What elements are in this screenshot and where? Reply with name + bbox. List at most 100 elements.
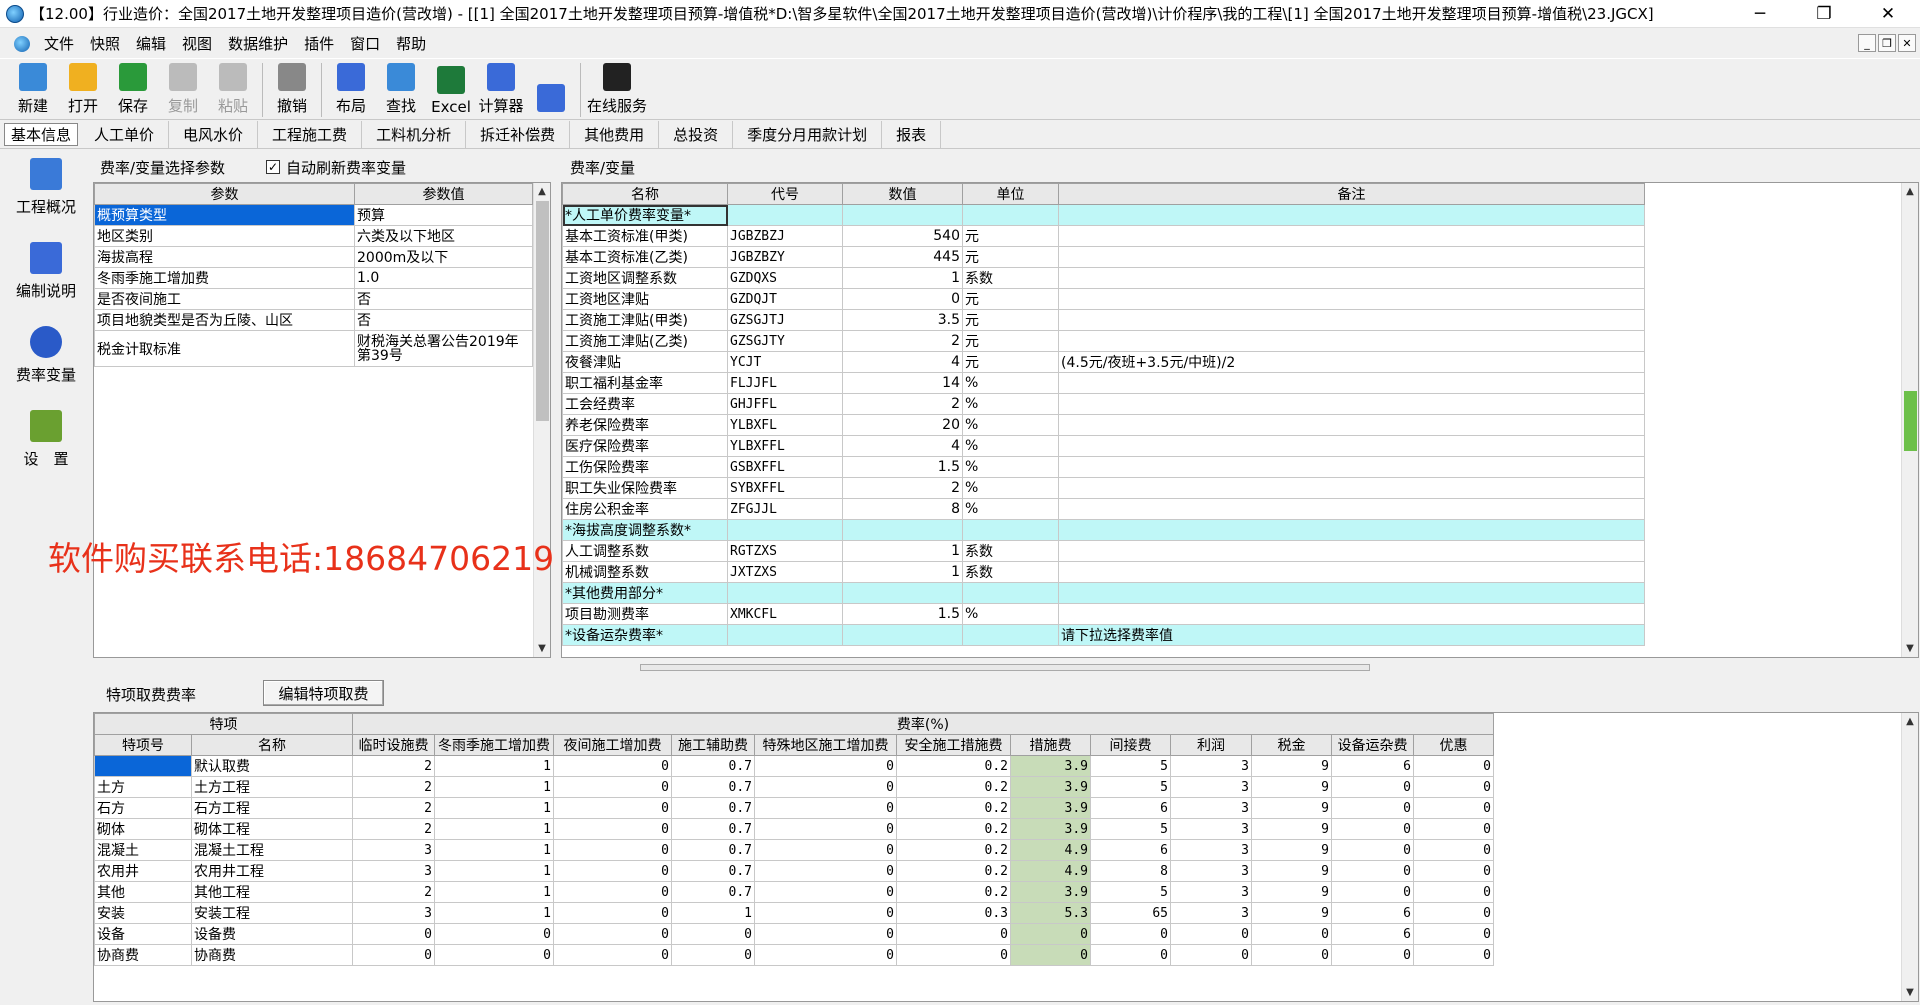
- fee-rate-cell[interactable]: 0: [1413, 839, 1494, 861]
- fee-code-cell[interactable]: 土方: [94, 776, 192, 798]
- fee-rate-cell[interactable]: 3: [1170, 839, 1252, 861]
- rate-name-cell[interactable]: 夜餐津贴: [562, 351, 728, 373]
- rate-name-cell[interactable]: 工资施工津贴(乙类): [562, 330, 728, 352]
- param-value-cell[interactable]: 财税海关总署公告2019年第39号: [354, 330, 533, 367]
- rate-note-cell[interactable]: [1058, 519, 1645, 541]
- rate-value-cell[interactable]: 2: [842, 393, 963, 415]
- rate-note-cell[interactable]: [1058, 309, 1645, 331]
- table-row[interactable]: 海拔高程 2000m及以下: [94, 246, 533, 268]
- fee-rate-cell[interactable]: 0: [754, 923, 897, 945]
- fee-code-cell[interactable]: 混凝土: [94, 839, 192, 861]
- rate-name-cell[interactable]: 职工失业保险费率: [562, 477, 728, 499]
- table-row[interactable]: 养老保险费率 YLBXFL 20%: [562, 414, 1645, 436]
- fee-rate-cell[interactable]: 0: [1331, 839, 1414, 861]
- fee-scrollbar[interactable]: ▲ ▼: [1901, 713, 1918, 1001]
- fee-name-cell[interactable]: 混凝土工程: [191, 839, 353, 861]
- rate-unit-cell[interactable]: [962, 582, 1059, 604]
- rate-name-cell[interactable]: 工伤保险费率: [562, 456, 728, 478]
- menu-item[interactable]: 插件: [296, 33, 342, 54]
- param-name-cell[interactable]: 项目地貌类型是否为丘陵、山区: [94, 309, 355, 331]
- fee-rate-cell[interactable]: 0.3: [896, 902, 1011, 924]
- rate-code-cell[interactable]: GZDQXS: [727, 267, 843, 289]
- tab[interactable]: 总投资: [659, 121, 734, 148]
- fee-rate-cell[interactable]: 0.7: [671, 881, 755, 903]
- rate-code-cell[interactable]: [727, 204, 843, 226]
- table-row[interactable]: 职工福利基金率 FLJJFL 14%: [562, 372, 1645, 394]
- fee-rate-cell[interactable]: 0.7: [671, 860, 755, 882]
- table-row[interactable]: 项目地貌类型是否为丘陵、山区否: [94, 309, 533, 331]
- rate-note-cell[interactable]: [1058, 435, 1645, 457]
- fee-rate-cell[interactable]: 0: [352, 944, 435, 966]
- fee-rate-cell[interactable]: 0: [754, 818, 897, 840]
- fee-rate-cell[interactable]: 0: [1413, 818, 1494, 840]
- param-value-cell[interactable]: 六类及以下地区: [354, 225, 533, 247]
- scroll-down-arrow-icon[interactable]: ▼: [1902, 640, 1918, 657]
- rate-code-cell[interactable]: GZSGJTJ: [727, 309, 843, 331]
- scroll-up-arrow-icon[interactable]: ▲: [1902, 713, 1918, 730]
- rate-value-cell[interactable]: 1.5: [842, 456, 963, 478]
- toolbar-button[interactable]: Excel: [426, 59, 476, 119]
- toolbar-button[interactable]: 在线服务: [585, 59, 649, 119]
- rate-code-cell[interactable]: JGBZBZJ: [727, 225, 843, 247]
- toolbar-button[interactable]: 打开: [58, 59, 108, 119]
- mdi-close-button[interactable]: ✕: [1898, 34, 1916, 52]
- table-row[interactable]: 是否夜间施工否: [94, 288, 533, 310]
- fee-rate-cell[interactable]: 1: [434, 797, 554, 819]
- rate-code-cell[interactable]: GHJFFL: [727, 393, 843, 415]
- rate-name-cell[interactable]: 工资施工津贴(甲类): [562, 309, 728, 331]
- param-value-cell[interactable]: 预算: [354, 204, 533, 226]
- fee-rate-cell[interactable]: 2: [352, 797, 435, 819]
- fee-rate-cell[interactable]: 0: [1331, 860, 1414, 882]
- nav-item[interactable]: 工程概况: [6, 152, 86, 236]
- rate-unit-cell[interactable]: %: [962, 498, 1059, 520]
- param-value-cell[interactable]: 1.0: [354, 267, 533, 289]
- fee-rate-cell[interactable]: 0: [754, 881, 897, 903]
- fee-rate-cell[interactable]: 0: [754, 944, 897, 966]
- fee-rate-cell[interactable]: 9: [1251, 776, 1332, 798]
- table-row[interactable]: 工资地区津贴 GZDQJT 0 元: [562, 288, 1645, 310]
- fee-name-cell[interactable]: 安装工程: [191, 902, 353, 924]
- fee-rate-cell[interactable]: 6: [1331, 902, 1414, 924]
- toolbar-button[interactable]: 新建: [8, 59, 58, 119]
- table-row[interactable]: 基本工资标准(乙类) JGBZBZY 445 元: [562, 246, 1645, 268]
- fee-rate-cell[interactable]: 0.7: [671, 776, 755, 798]
- fee-rate-cell[interactable]: 0: [754, 755, 897, 777]
- table-row[interactable]: *设备运杂费率* 请下拉选择费率值: [562, 624, 1645, 646]
- param-name-cell[interactable]: 是否夜间施工: [94, 288, 355, 310]
- rate-value-cell[interactable]: 20: [842, 414, 963, 436]
- rate-value-cell[interactable]: 1: [842, 540, 963, 562]
- rate-note-cell[interactable]: [1058, 498, 1645, 520]
- fee-rate-cell[interactable]: 0: [1413, 860, 1494, 882]
- fee-rate-cell[interactable]: 5: [1090, 818, 1171, 840]
- table-row[interactable]: 医疗保险费率 YLBXFFL 4%: [562, 435, 1645, 457]
- menu-item[interactable]: 文件: [36, 33, 82, 54]
- fee-rate-cell[interactable]: 3: [1170, 797, 1252, 819]
- table-row[interactable]: 土方 土方工程 2 1 0 0.7 0 0.2 3.9 5 3 9 0 0: [94, 776, 1494, 798]
- rate-unit-cell[interactable]: [962, 204, 1059, 226]
- fee-rate-cell[interactable]: 0.2: [896, 776, 1011, 798]
- fee-rate-cell[interactable]: 9: [1251, 818, 1332, 840]
- fee-rate-cell[interactable]: 0: [434, 923, 554, 945]
- rate-unit-cell[interactable]: %: [962, 603, 1059, 625]
- table-row[interactable]: 夜餐津贴 YCJT 4 元 (4.5元/夜班+3.5元/中班)/2: [562, 351, 1645, 373]
- rate-unit-cell[interactable]: [962, 624, 1059, 646]
- fee-rate-cell[interactable]: 4.9: [1010, 860, 1091, 882]
- rate-value-cell[interactable]: 8: [842, 498, 963, 520]
- fee-rate-cell[interactable]: 0: [1251, 923, 1332, 945]
- table-row[interactable]: 混凝土 混凝土工程 3 1 0 0.7 0 0.2 4.9 6 3 9 0 0: [94, 839, 1494, 861]
- scroll-down-arrow-icon[interactable]: ▼: [534, 640, 550, 657]
- fee-rate-cell[interactable]: 0: [754, 797, 897, 819]
- fee-rate-cell[interactable]: 2: [352, 755, 435, 777]
- nav-item[interactable]: 设 置: [6, 404, 86, 488]
- fee-rate-cell[interactable]: 0: [553, 818, 672, 840]
- fee-name-cell[interactable]: 石方工程: [191, 797, 353, 819]
- fee-rate-cell[interactable]: 0: [754, 839, 897, 861]
- fee-rate-cell[interactable]: 2: [352, 881, 435, 903]
- rate-name-cell[interactable]: 基本工资标准(乙类): [562, 246, 728, 268]
- rate-code-cell[interactable]: JGBZBZY: [727, 246, 843, 268]
- fee-rate-cell[interactable]: 0: [754, 776, 897, 798]
- rate-code-cell[interactable]: GSBXFFL: [727, 456, 843, 478]
- param-value-cell[interactable]: 2000m及以下: [354, 246, 533, 268]
- menu-item[interactable]: 帮助: [388, 33, 434, 54]
- rate-code-cell[interactable]: ZFGJJL: [727, 498, 843, 520]
